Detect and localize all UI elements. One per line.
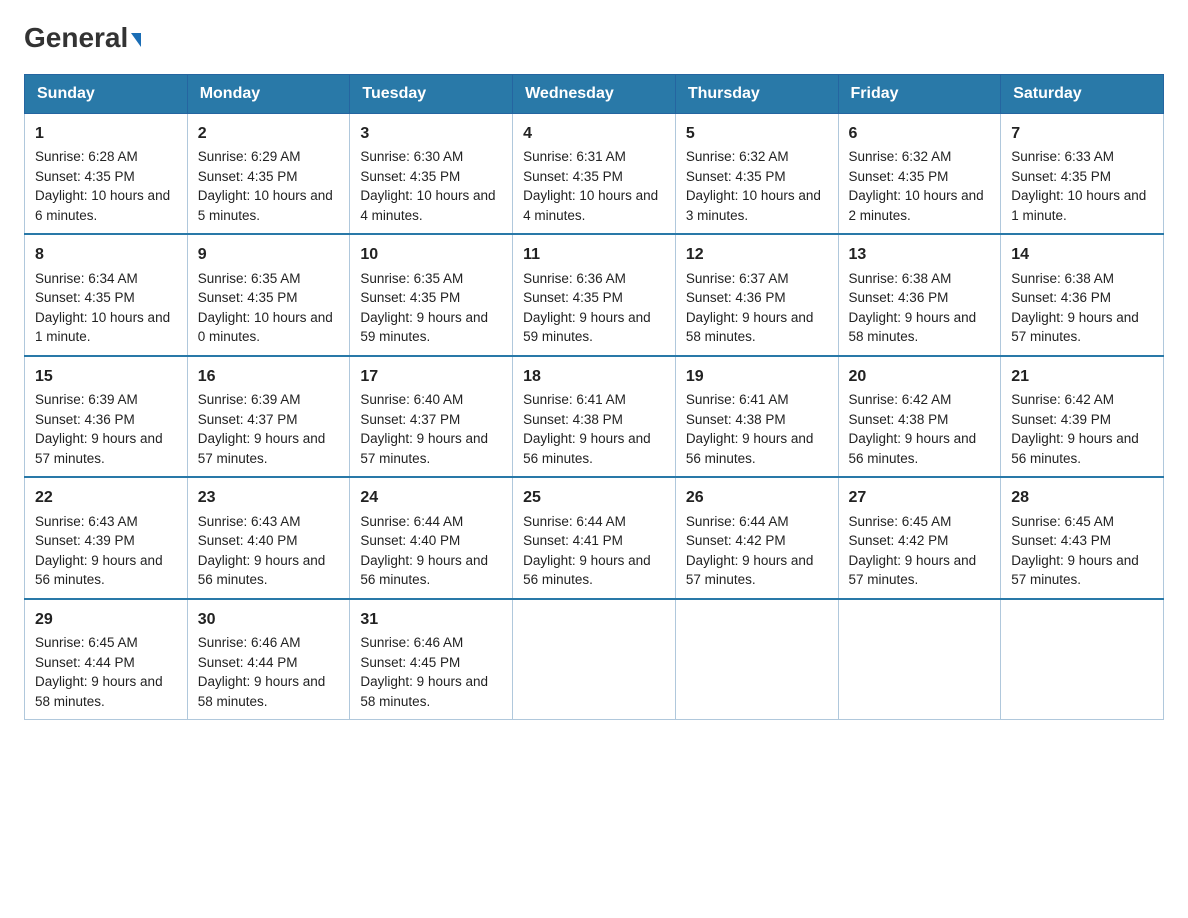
calendar-cell: 3Sunrise: 6:30 AMSunset: 4:35 PMDaylight… <box>350 114 513 235</box>
day-number: 25 <box>523 486 665 509</box>
calendar-cell: 31Sunrise: 6:46 AMSunset: 4:45 PMDayligh… <box>350 599 513 720</box>
calendar-cell: 10Sunrise: 6:35 AMSunset: 4:35 PMDayligh… <box>350 234 513 355</box>
calendar-cell: 26Sunrise: 6:44 AMSunset: 4:42 PMDayligh… <box>675 477 838 598</box>
column-header-friday: Friday <box>838 75 1001 114</box>
calendar-cell: 13Sunrise: 6:38 AMSunset: 4:36 PMDayligh… <box>838 234 1001 355</box>
page-header: General <box>24 24 1164 54</box>
day-number: 27 <box>849 486 991 509</box>
day-number: 21 <box>1011 365 1153 388</box>
day-number: 9 <box>198 243 340 266</box>
calendar-cell: 4Sunrise: 6:31 AMSunset: 4:35 PMDaylight… <box>513 114 676 235</box>
column-header-sunday: Sunday <box>25 75 188 114</box>
calendar-cell: 8Sunrise: 6:34 AMSunset: 4:35 PMDaylight… <box>25 234 188 355</box>
day-number: 30 <box>198 608 340 631</box>
day-number: 4 <box>523 122 665 145</box>
calendar-cell: 16Sunrise: 6:39 AMSunset: 4:37 PMDayligh… <box>187 356 350 477</box>
day-number: 12 <box>686 243 828 266</box>
day-number: 2 <box>198 122 340 145</box>
calendar-cell: 30Sunrise: 6:46 AMSunset: 4:44 PMDayligh… <box>187 599 350 720</box>
day-number: 15 <box>35 365 177 388</box>
calendar-cell: 12Sunrise: 6:37 AMSunset: 4:36 PMDayligh… <box>675 234 838 355</box>
day-number: 31 <box>360 608 502 631</box>
day-number: 28 <box>1011 486 1153 509</box>
calendar-cell: 21Sunrise: 6:42 AMSunset: 4:39 PMDayligh… <box>1001 356 1164 477</box>
calendar-week-row: 1Sunrise: 6:28 AMSunset: 4:35 PMDaylight… <box>25 114 1164 235</box>
calendar-cell <box>1001 599 1164 720</box>
column-header-tuesday: Tuesday <box>350 75 513 114</box>
calendar-header-row: SundayMondayTuesdayWednesdayThursdayFrid… <box>25 75 1164 114</box>
day-number: 20 <box>849 365 991 388</box>
calendar-cell: 2Sunrise: 6:29 AMSunset: 4:35 PMDaylight… <box>187 114 350 235</box>
day-number: 8 <box>35 243 177 266</box>
calendar-cell <box>513 599 676 720</box>
logo-line1: General <box>24 24 141 52</box>
calendar-cell: 14Sunrise: 6:38 AMSunset: 4:36 PMDayligh… <box>1001 234 1164 355</box>
calendar-week-row: 22Sunrise: 6:43 AMSunset: 4:39 PMDayligh… <box>25 477 1164 598</box>
calendar-cell: 22Sunrise: 6:43 AMSunset: 4:39 PMDayligh… <box>25 477 188 598</box>
calendar-cell: 29Sunrise: 6:45 AMSunset: 4:44 PMDayligh… <box>25 599 188 720</box>
calendar-cell: 6Sunrise: 6:32 AMSunset: 4:35 PMDaylight… <box>838 114 1001 235</box>
calendar-cell: 27Sunrise: 6:45 AMSunset: 4:42 PMDayligh… <box>838 477 1001 598</box>
calendar-cell: 28Sunrise: 6:45 AMSunset: 4:43 PMDayligh… <box>1001 477 1164 598</box>
day-number: 26 <box>686 486 828 509</box>
column-header-thursday: Thursday <box>675 75 838 114</box>
day-number: 13 <box>849 243 991 266</box>
day-number: 3 <box>360 122 502 145</box>
day-number: 6 <box>849 122 991 145</box>
day-number: 7 <box>1011 122 1153 145</box>
day-number: 11 <box>523 243 665 266</box>
calendar-cell: 23Sunrise: 6:43 AMSunset: 4:40 PMDayligh… <box>187 477 350 598</box>
day-number: 24 <box>360 486 502 509</box>
calendar-cell: 17Sunrise: 6:40 AMSunset: 4:37 PMDayligh… <box>350 356 513 477</box>
calendar-week-row: 29Sunrise: 6:45 AMSunset: 4:44 PMDayligh… <box>25 599 1164 720</box>
day-number: 29 <box>35 608 177 631</box>
calendar-cell: 7Sunrise: 6:33 AMSunset: 4:35 PMDaylight… <box>1001 114 1164 235</box>
calendar-cell: 19Sunrise: 6:41 AMSunset: 4:38 PMDayligh… <box>675 356 838 477</box>
day-number: 10 <box>360 243 502 266</box>
calendar-cell <box>675 599 838 720</box>
day-number: 1 <box>35 122 177 145</box>
calendar-cell: 9Sunrise: 6:35 AMSunset: 4:35 PMDaylight… <box>187 234 350 355</box>
calendar-cell: 20Sunrise: 6:42 AMSunset: 4:38 PMDayligh… <box>838 356 1001 477</box>
day-number: 17 <box>360 365 502 388</box>
day-number: 18 <box>523 365 665 388</box>
calendar-week-row: 8Sunrise: 6:34 AMSunset: 4:35 PMDaylight… <box>25 234 1164 355</box>
day-number: 23 <box>198 486 340 509</box>
day-number: 14 <box>1011 243 1153 266</box>
column-header-monday: Monday <box>187 75 350 114</box>
day-number: 5 <box>686 122 828 145</box>
calendar-cell: 24Sunrise: 6:44 AMSunset: 4:40 PMDayligh… <box>350 477 513 598</box>
column-header-wednesday: Wednesday <box>513 75 676 114</box>
calendar-cell: 18Sunrise: 6:41 AMSunset: 4:38 PMDayligh… <box>513 356 676 477</box>
column-header-saturday: Saturday <box>1001 75 1164 114</box>
day-number: 16 <box>198 365 340 388</box>
day-number: 19 <box>686 365 828 388</box>
calendar-cell <box>838 599 1001 720</box>
calendar-cell: 1Sunrise: 6:28 AMSunset: 4:35 PMDaylight… <box>25 114 188 235</box>
logo: General <box>24 24 141 54</box>
calendar-cell: 11Sunrise: 6:36 AMSunset: 4:35 PMDayligh… <box>513 234 676 355</box>
calendar-cell: 15Sunrise: 6:39 AMSunset: 4:36 PMDayligh… <box>25 356 188 477</box>
day-number: 22 <box>35 486 177 509</box>
calendar-cell: 25Sunrise: 6:44 AMSunset: 4:41 PMDayligh… <box>513 477 676 598</box>
calendar-cell: 5Sunrise: 6:32 AMSunset: 4:35 PMDaylight… <box>675 114 838 235</box>
calendar-table: SundayMondayTuesdayWednesdayThursdayFrid… <box>24 74 1164 720</box>
calendar-week-row: 15Sunrise: 6:39 AMSunset: 4:36 PMDayligh… <box>25 356 1164 477</box>
